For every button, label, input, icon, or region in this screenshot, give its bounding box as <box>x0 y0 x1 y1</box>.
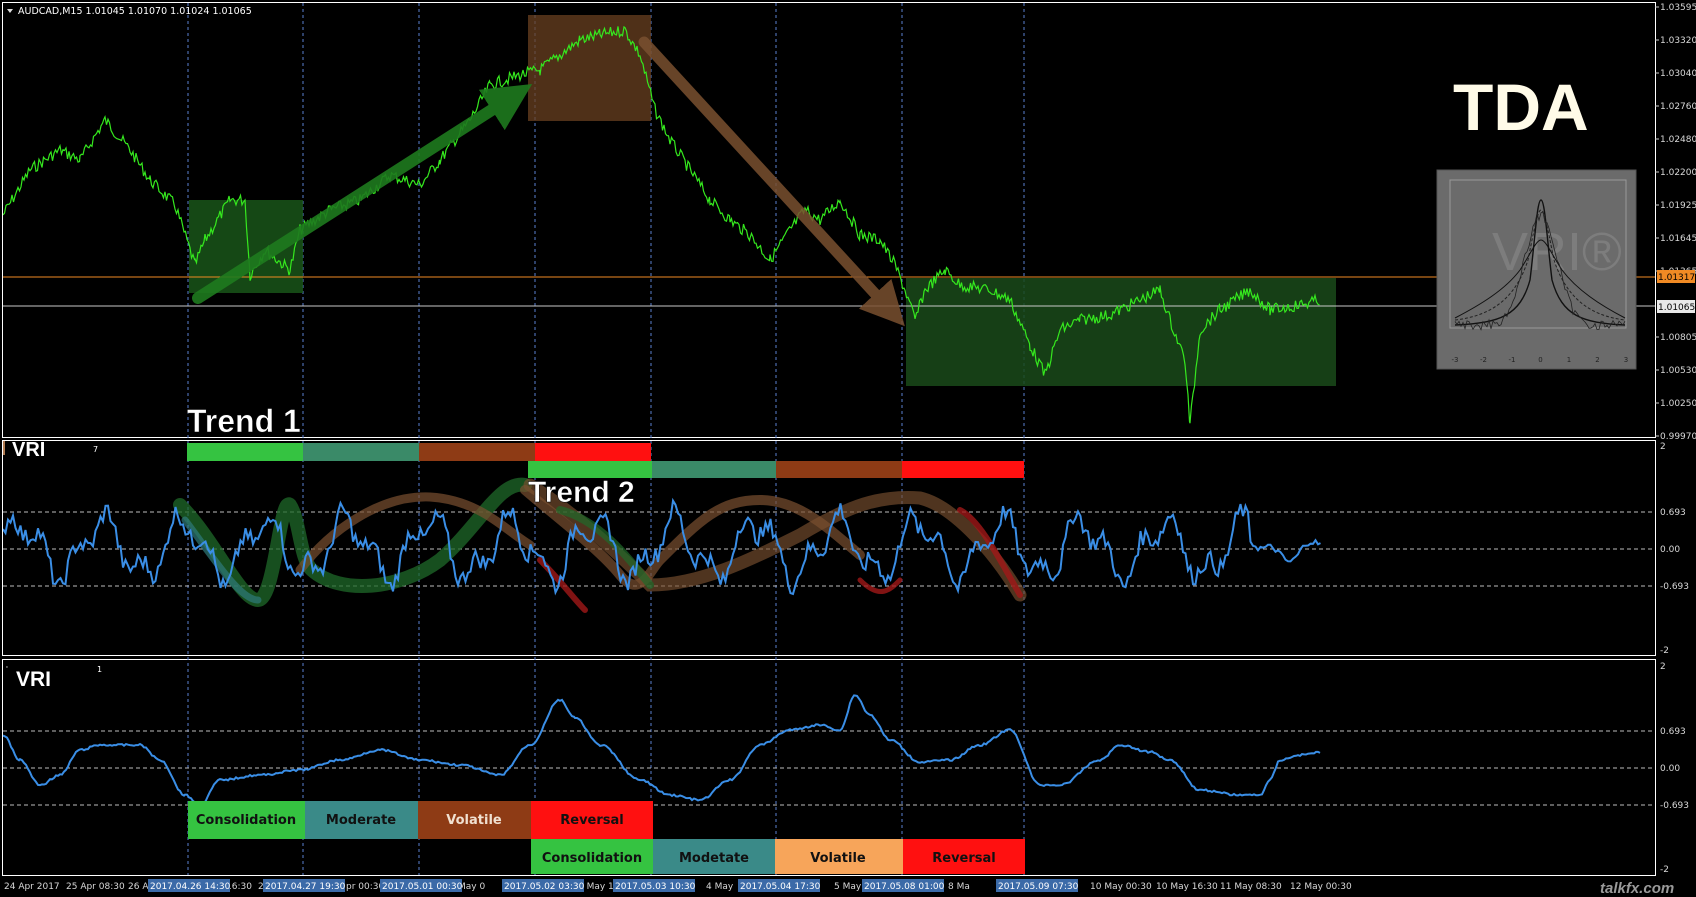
level-label: -2 <box>1660 865 1669 875</box>
orange-price-tag: 1.01317 <box>1658 273 1695 283</box>
brand-title: TDA <box>1453 70 1589 144</box>
time-highlight-label: 2017.05.04 17:30 <box>740 882 821 892</box>
price-tick-label: 1.02480 <box>1660 135 1696 145</box>
stage-label-consolidation-1: Consolidation <box>196 813 296 828</box>
symbol-header: AUDCAD,M15 1.01045 1.01070 1.01024 1.010… <box>18 6 252 17</box>
inset-axis-tick: 0 <box>1538 356 1542 364</box>
stage-labels-row2: Consolidation Modetate Volatile Reversal <box>531 839 1025 874</box>
time-highlight-label: 2017.04.26 14:30 <box>150 882 231 892</box>
price-tick-label: 1.01645 <box>1660 234 1696 244</box>
vri1-marker <box>3 441 5 455</box>
price-tick-label: 1.00250 <box>1660 399 1696 409</box>
level-label: 0.00 <box>1660 764 1680 774</box>
zone-reversal-top <box>528 15 651 121</box>
time-label: 4 May <box>706 882 734 892</box>
time-label: 10 May 16:30 <box>1156 882 1218 892</box>
inset-axis-tick: -3 <box>1452 356 1459 364</box>
time-highlight-label: 2017.05.01 00:30 <box>382 882 463 892</box>
bar-moderate-2 <box>652 461 776 478</box>
time-label: 8 Ma <box>948 882 970 892</box>
time-highlight-label: 2017.05.09 07:30 <box>998 882 1079 892</box>
inset-axis-tick: 3 <box>1624 356 1628 364</box>
stage-label-moderate-1: Moderate <box>326 813 396 828</box>
stage-label-moderate-2: Modetate <box>679 851 749 866</box>
time-axis: 24 Apr 2017 25 Apr 08:30 26 A 16:30 2 pr 00:3… <box>4 879 1352 892</box>
indicator2-level-labels: 2 0.693 0.00 -0.693 -2 <box>1660 662 1689 875</box>
indicator1-label: VRI <box>12 439 45 461</box>
bar-volatile-2 <box>776 461 902 478</box>
level-label: -0.693 <box>1660 801 1689 811</box>
wave-red-1 <box>537 557 588 613</box>
bar-reversal-2 <box>902 461 1024 478</box>
level-label: -0.693 <box>1660 582 1689 592</box>
bar-consolidation-1 <box>187 443 303 461</box>
stage-label-volatile-1: Volatile <box>446 813 502 828</box>
time-label: pr 00:30 <box>346 882 384 892</box>
price-tick-label: 1.02200 <box>1660 168 1696 178</box>
time-label: 24 Apr 2017 <box>4 882 60 892</box>
stage-label-volatile-2: Volatile <box>810 851 866 866</box>
stage-label-reversal-2: Reversal <box>932 851 996 866</box>
indicator1-param: 7 <box>93 445 98 454</box>
price-tick-label: 1.02760 <box>1660 102 1696 112</box>
indicator1-level-labels: 2 0.693 0.00 -0.693 -2 <box>1660 442 1689 656</box>
time-highlight-label: 2017.05.02 03:30 <box>504 882 585 892</box>
indicator2-param: 1 <box>97 665 102 674</box>
indicator2-levels <box>3 730 1655 806</box>
price-tick-label: 1.00805 <box>1660 333 1696 343</box>
time-label: 5 May <box>834 882 862 892</box>
trend2-label: Trend 2 <box>528 476 635 509</box>
price-tick-label: 1.00530 <box>1660 366 1696 376</box>
panel-frames <box>2 2 1656 876</box>
watermark: talkfx.com <box>1600 880 1674 897</box>
inset-vri-watermark: VRI® <box>1492 222 1622 282</box>
time-label: 26 A <box>128 882 149 892</box>
vri-distribution-inset: VRI® -3 -2 -1 0 1 2 3 <box>1436 169 1637 370</box>
time-label: 2 <box>258 882 264 892</box>
stage-label-consolidation-2: Consolidation <box>542 851 642 866</box>
indicator2-label: VRI <box>16 668 51 691</box>
price-axis: 1.03595 1.03320 1.03040 1.02760 1.02480 1.022… <box>1655 3 1696 442</box>
time-highlight-label: 2017.05.03 10:30 <box>615 882 696 892</box>
time-highlight-label: 2017.05.08 01:00 <box>864 882 945 892</box>
price-tick-label: 1.03320 <box>1660 36 1696 46</box>
bar-moderate-1 <box>303 443 419 461</box>
bar-reversal-1 <box>535 443 651 461</box>
inset-axis-tick: -2 <box>1480 356 1487 364</box>
level-label: 2 <box>1660 442 1666 452</box>
price-tick-label: 1.01925 <box>1660 201 1696 211</box>
price-tick-label: 1.03595 <box>1660 3 1696 13</box>
vri2-series <box>3 694 1321 808</box>
level-label: 2 <box>1660 662 1666 672</box>
white-price-tag: 1.01065 <box>1658 303 1695 313</box>
stage-label-reversal-1: Reversal <box>560 813 624 828</box>
level-label: 0.00 <box>1660 545 1680 555</box>
level-label: 0.693 <box>1660 508 1686 518</box>
stage-bars-row1 <box>187 443 651 461</box>
time-label: 12 May 00:30 <box>1290 882 1352 892</box>
down-trend-arrow <box>638 36 905 327</box>
up-trend-arrow <box>192 84 533 304</box>
price-tick-label: 0.99970 <box>1660 432 1696 442</box>
trend1-label: Trend 1 <box>187 403 301 439</box>
bar-volatile-1 <box>419 443 535 461</box>
time-label: 25 Apr 08:30 <box>66 882 125 892</box>
inset-axis-tick: 1 <box>1567 356 1571 364</box>
indicator2-param-left: ' <box>6 665 8 673</box>
inset-axis-tick: -1 <box>1509 356 1516 364</box>
zone-consolidation-2 <box>906 278 1336 386</box>
level-label: 0.693 <box>1660 727 1686 737</box>
level-label: -2 <box>1660 646 1669 656</box>
inset-axis-tick: 2 <box>1595 356 1599 364</box>
time-label: 10 May 00:30 <box>1090 882 1152 892</box>
chart-menu-icon[interactable] <box>7 9 13 13</box>
time-highlight-label: 2017.04.27 19:30 <box>265 882 346 892</box>
time-label: 11 May 08:30 <box>1220 882 1282 892</box>
price-tick-label: 1.03040 <box>1660 69 1696 79</box>
stage-labels-row1: Consolidation Moderate Volatile Reversal <box>188 801 653 839</box>
